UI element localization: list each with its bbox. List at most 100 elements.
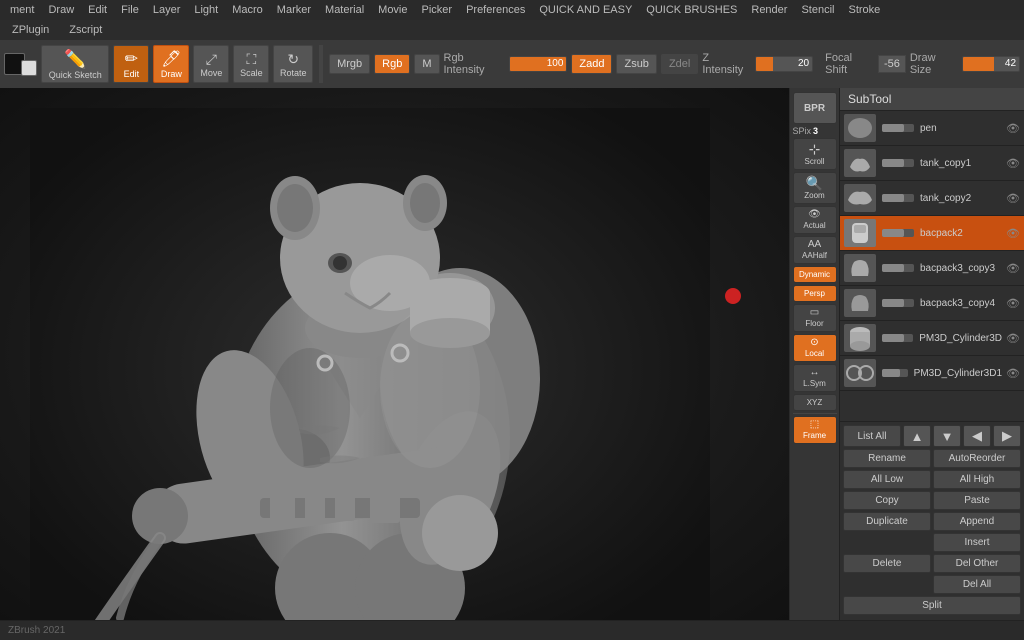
zplugin-button[interactable]: ZPlugin bbox=[4, 22, 57, 38]
subtool-eye-pen[interactable]: 👁 bbox=[1006, 121, 1020, 135]
subtool-thumb-tank-copy1 bbox=[844, 149, 876, 177]
subtool-slider-pen[interactable] bbox=[882, 124, 914, 132]
rename-button[interactable]: Rename bbox=[843, 449, 931, 468]
list-all-button[interactable]: List All bbox=[843, 425, 901, 447]
copy-button[interactable]: Copy bbox=[843, 491, 931, 510]
focal-shift-group: Focal Shift -56 bbox=[825, 52, 906, 76]
menu-item-stencil[interactable]: Stencil bbox=[795, 2, 840, 18]
menu-item-ment[interactable]: ment bbox=[4, 2, 40, 18]
paste-button[interactable]: Paste bbox=[933, 491, 1021, 510]
menu-item-qae[interactable]: QUICK AND EASY bbox=[533, 2, 638, 18]
all-low-button[interactable]: All Low bbox=[843, 470, 931, 489]
subtool-thumb-tank-copy2 bbox=[844, 184, 876, 212]
persp-button[interactable]: Persp bbox=[793, 285, 837, 302]
frame-button[interactable]: ⬚ Frame bbox=[793, 416, 837, 444]
split-button[interactable]: Split bbox=[843, 596, 1021, 615]
subtool-header: SubTool bbox=[840, 88, 1024, 111]
bpr-button[interactable]: BPR bbox=[793, 92, 837, 124]
subtool-eye-cylinder3d[interactable]: 👁 bbox=[1006, 331, 1020, 345]
draw-button[interactable]: 🖊 Draw bbox=[153, 45, 189, 83]
subtool-item-bacpack3-copy4[interactable]: bacpack3_copy4 👁 bbox=[840, 286, 1024, 321]
z-intensity-group: Z Intensity 20 bbox=[702, 52, 813, 76]
menu-item-material[interactable]: Material bbox=[319, 2, 370, 18]
append-button[interactable]: Append bbox=[933, 512, 1021, 531]
actual-button[interactable]: 👁 Actual bbox=[793, 206, 837, 234]
duplicate-button[interactable]: Duplicate bbox=[843, 512, 931, 531]
arrow-right[interactable]: ▶ bbox=[993, 425, 1021, 447]
aahalf-button[interactable]: AA AAHalf bbox=[793, 236, 837, 264]
scale-button[interactable]: ⛶ Scale bbox=[233, 45, 269, 83]
menu-item-movie[interactable]: Movie bbox=[372, 2, 413, 18]
menu-item-draw[interactable]: Draw bbox=[42, 2, 80, 18]
subtool-item-bacpack3-copy3[interactable]: bacpack3_copy3 👁 bbox=[840, 251, 1024, 286]
arrow-up[interactable]: ▲ bbox=[903, 425, 931, 447]
del-other-button[interactable]: Del Other bbox=[933, 554, 1021, 573]
delete-button[interactable]: Delete bbox=[843, 554, 931, 573]
zdel-toggle[interactable]: Zdel bbox=[661, 54, 698, 74]
zscript-button[interactable]: Zscript bbox=[61, 22, 110, 38]
menu-item-edit[interactable]: Edit bbox=[82, 2, 113, 18]
subtool-eye-bacpack3-copy4[interactable]: 👁 bbox=[1006, 296, 1020, 310]
focal-shift-value[interactable]: -56 bbox=[878, 55, 906, 73]
del-all-button[interactable]: Del All bbox=[933, 575, 1021, 594]
zsub-toggle[interactable]: Zsub bbox=[616, 54, 656, 74]
subtool-slider-bacpack3-copy4[interactable] bbox=[882, 299, 914, 307]
menu-item-qb[interactable]: QUICK BRUSHES bbox=[640, 2, 743, 18]
subtool-eye-cylinder3d1[interactable]: 👁 bbox=[1006, 366, 1020, 380]
subtool-slider-cylinder3d[interactable] bbox=[882, 334, 913, 342]
zoom-button[interactable]: 🔍 Zoom bbox=[793, 172, 837, 204]
subtool-eye-bacpack2[interactable]: 👁 bbox=[1006, 226, 1020, 240]
subtool-item-pen[interactable]: pen 👁 bbox=[840, 111, 1024, 146]
menu-item-file[interactable]: File bbox=[115, 2, 145, 18]
menu-item-light[interactable]: Light bbox=[188, 2, 224, 18]
quick-sketch-button[interactable]: ✏️ Quick Sketch bbox=[41, 45, 109, 83]
lsym-button[interactable]: ↔ L.Sym bbox=[793, 364, 837, 392]
m-toggle[interactable]: M bbox=[414, 54, 439, 74]
xyz-button[interactable]: XYZ bbox=[793, 394, 837, 411]
subtool-item-tank-copy2[interactable]: tank_copy2 👁 bbox=[840, 181, 1024, 216]
rgb-intensity-slider[interactable]: 100 bbox=[509, 56, 567, 72]
arrow-left[interactable]: ◀ bbox=[963, 425, 991, 447]
all-high-button[interactable]: All High bbox=[933, 470, 1021, 489]
z-intensity-slider[interactable]: 20 bbox=[755, 56, 813, 72]
menu-item-preferences[interactable]: Preferences bbox=[460, 2, 531, 18]
floor-button[interactable]: ▭ Floor bbox=[793, 304, 837, 332]
menu-item-macro[interactable]: Macro bbox=[226, 2, 269, 18]
right-toolbar: BPR SPix 3 ⊹ Scroll 🔍 Zoom 👁 Actual AA A… bbox=[789, 88, 839, 620]
rotate-button[interactable]: ↻ Rotate bbox=[273, 45, 313, 83]
dynamic-button[interactable]: Dynamic bbox=[793, 266, 837, 283]
rgb-toggle[interactable]: Rgb bbox=[374, 54, 410, 74]
subtool-slider-tank-copy2[interactable] bbox=[882, 194, 914, 202]
subtool-item-tank-copy1[interactable]: tank_copy1 👁 bbox=[840, 146, 1024, 181]
viewport[interactable] bbox=[0, 88, 789, 620]
copy-row: Copy Paste bbox=[843, 491, 1021, 510]
menu-item-marker[interactable]: Marker bbox=[271, 2, 317, 18]
draw-size-slider[interactable]: 42 bbox=[962, 56, 1020, 72]
menu-item-picker[interactable]: Picker bbox=[416, 2, 459, 18]
zadd-toggle[interactable]: Zadd bbox=[571, 54, 612, 74]
subtool-eye-bacpack3-copy3[interactable]: 👁 bbox=[1006, 261, 1020, 275]
local-button[interactable]: ⊙ Local bbox=[793, 334, 837, 362]
auto-reorder-button[interactable]: AutoReorder bbox=[933, 449, 1021, 468]
edit-button[interactable]: ✏ Edit bbox=[113, 45, 149, 83]
move-button[interactable]: ⤢ Move bbox=[193, 45, 229, 83]
mrgb-toggle[interactable]: Mrgb bbox=[329, 54, 370, 74]
subtool-item-cylinder3d1[interactable]: PM3D_Cylinder3D1 👁 bbox=[840, 356, 1024, 391]
scroll-button[interactable]: ⊹ Scroll bbox=[793, 138, 837, 170]
insert-button[interactable]: Insert bbox=[933, 533, 1021, 552]
subtool-slider-bacpack3-copy3[interactable] bbox=[882, 264, 914, 272]
menu-item-layer[interactable]: Layer bbox=[147, 2, 187, 18]
plugin-bar: ZPlugin Zscript bbox=[0, 20, 1024, 40]
menu-item-render[interactable]: Render bbox=[745, 2, 793, 18]
subtool-slider-cylinder3d1[interactable] bbox=[882, 369, 908, 377]
subtool-item-bacpack2[interactable]: bacpack2 👁 bbox=[840, 216, 1024, 251]
subtool-slider-tank-copy1[interactable] bbox=[882, 159, 914, 167]
arrow-down[interactable]: ▼ bbox=[933, 425, 961, 447]
subtool-list: pen 👁 tank_copy1 👁 tank_copy2 👁 bbox=[840, 111, 1024, 421]
menu-item-stroke[interactable]: Stroke bbox=[842, 2, 886, 18]
subtool-eye-tank-copy2[interactable]: 👁 bbox=[1006, 191, 1020, 205]
color-swatch-white[interactable] bbox=[21, 60, 37, 76]
subtool-slider-bacpack2[interactable] bbox=[882, 229, 914, 237]
subtool-eye-tank-copy1[interactable]: 👁 bbox=[1006, 156, 1020, 170]
subtool-item-cylinder3d[interactable]: PM3D_Cylinder3D 👁 bbox=[840, 321, 1024, 356]
